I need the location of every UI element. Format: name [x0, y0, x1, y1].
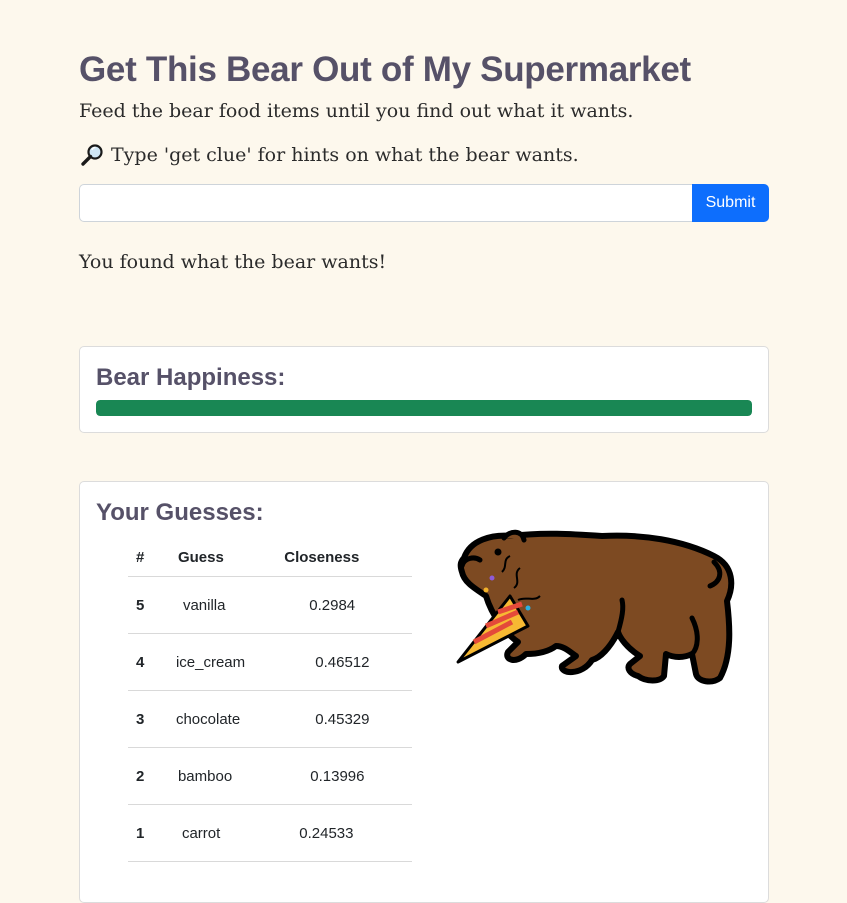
guess-input[interactable] [79, 184, 692, 222]
guesses-card: Your Guesses: # Guess Closeness 5 vanill… [79, 481, 769, 903]
guess-closeness: 0.45329 [284, 690, 412, 748]
guess-closeness: 0.24533 [284, 804, 412, 862]
table-header-row: # Guess Closeness [128, 538, 412, 577]
guess-number: 2 [128, 747, 168, 805]
clue-text: Type 'get clue' for hints on what the be… [111, 144, 579, 166]
bear-with-party-horn-icon [452, 526, 737, 686]
table-row: 5 vanilla 0.2984 [128, 576, 412, 634]
table-row: 3 chocolate 0.45329 [128, 690, 412, 748]
guess-value: vanilla [167, 576, 285, 634]
column-header-guess: Guess [167, 538, 285, 577]
bear-happiness-card: Bear Happiness: [79, 346, 769, 433]
main-container: Get This Bear Out of My Supermarket Feed… [79, 48, 769, 276]
happiness-progress-bar [96, 400, 752, 416]
column-header-closeness: Closeness [284, 538, 412, 577]
guess-value: chocolate [167, 690, 285, 748]
table-row: 2 bamboo 0.13996 [128, 747, 412, 805]
clue-hint: Type 'get clue' for hints on what the be… [79, 141, 769, 169]
column-header-number: # [128, 538, 168, 577]
happiness-progress-fill [96, 400, 752, 416]
guess-closeness: 0.46512 [284, 633, 412, 691]
guesses-table: # Guess Closeness 5 vanilla 0.2984 4 ice… [128, 538, 412, 862]
table-row: 4 ice_cream 0.46512 [128, 633, 412, 691]
guess-number: 5 [128, 576, 168, 634]
guess-form: Submit [79, 184, 769, 222]
guess-closeness: 0.2984 [284, 576, 412, 634]
guesses-heading: Your Guesses: [96, 499, 264, 526]
magnifying-glass-icon [79, 143, 105, 167]
happiness-heading: Bear Happiness: [96, 364, 286, 391]
guess-number: 4 [128, 633, 168, 691]
page-subtitle: Feed the bear food items until you find … [79, 100, 634, 122]
table-row: 1 carrot 0.24533 [128, 804, 412, 862]
guess-value: carrot [167, 804, 285, 862]
guess-value: ice_cream [167, 633, 285, 691]
page-title: Get This Bear Out of My Supermarket [79, 50, 691, 89]
submit-button[interactable]: Submit [692, 184, 769, 222]
guess-closeness: 0.13996 [284, 747, 412, 805]
guess-value: bamboo [167, 747, 285, 805]
guess-number: 1 [128, 804, 168, 862]
guess-number: 3 [128, 690, 168, 748]
status-message: You found what the bear wants! [79, 251, 387, 273]
